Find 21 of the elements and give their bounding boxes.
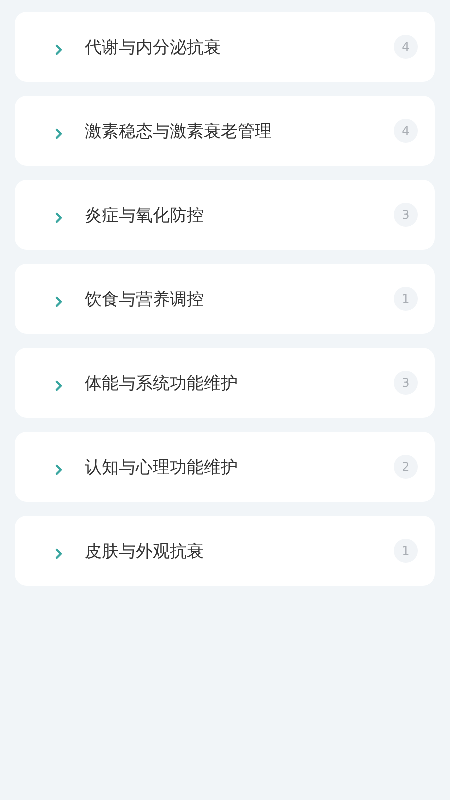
count-badge: 2 [394, 455, 418, 479]
count-badge: 1 [394, 539, 418, 563]
category-card[interactable]: 饮食与营养调控 1 [15, 264, 435, 334]
category-card[interactable]: 代谢与内分泌抗衰 4 [15, 12, 435, 82]
category-title: 体能与系统功能维护 [85, 372, 239, 394]
category-title: 饮食与营养调控 [85, 288, 205, 310]
category-title: 皮肤与外观抗衰 [85, 540, 205, 562]
count-badge: 3 [394, 371, 418, 395]
count-badge: 4 [394, 119, 418, 143]
category-card[interactable]: 认知与心理功能维护 2 [15, 432, 435, 502]
category-title: 代谢与内分泌抗衰 [85, 36, 222, 58]
count-badge: 4 [394, 35, 418, 59]
count-badge: 1 [394, 287, 418, 311]
count-badge: 3 [394, 203, 418, 227]
category-card[interactable]: 体能与系统功能维护 3 [15, 348, 435, 418]
category-title: 炎症与氧化防控 [85, 204, 205, 226]
category-title: 认知与心理功能维护 [85, 456, 239, 478]
category-title: 激素稳态与激素衰老管理 [85, 120, 273, 142]
category-card[interactable]: 激素稳态与激素衰老管理 4 [15, 96, 435, 166]
category-card[interactable]: 皮肤与外观抗衰 1 [15, 516, 435, 586]
category-card[interactable]: 炎症与氧化防控 3 [15, 180, 435, 250]
